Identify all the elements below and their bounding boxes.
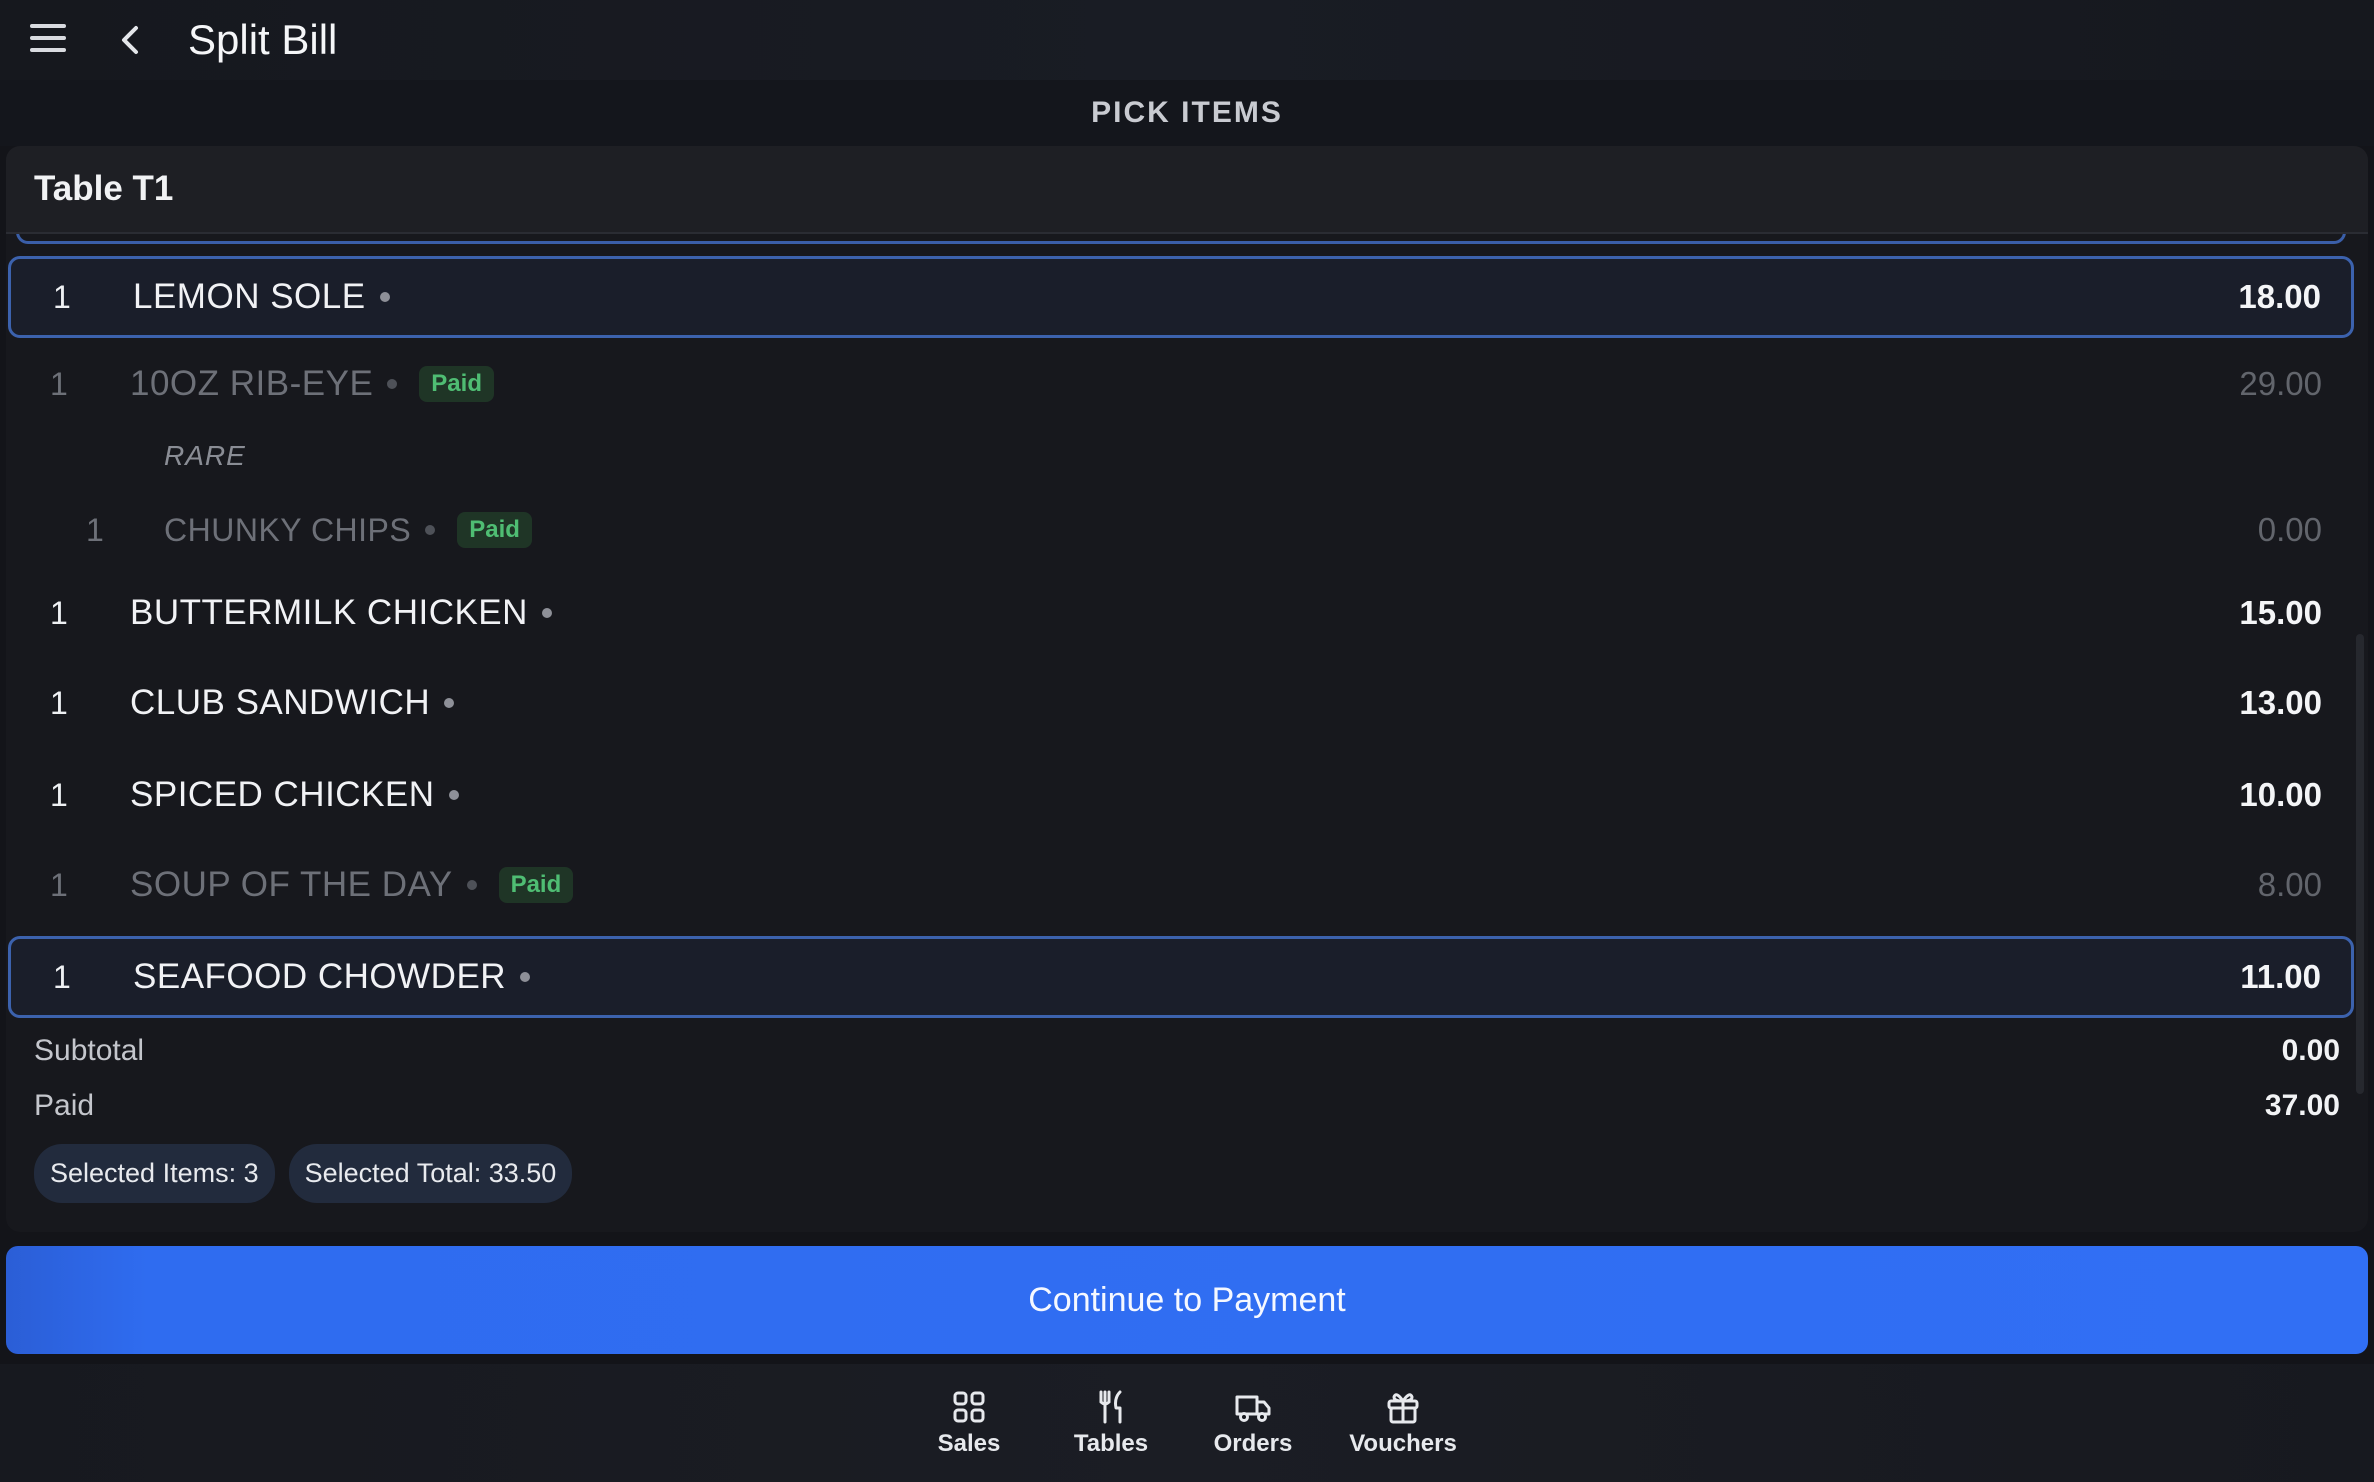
table-name: Table T1 (6, 146, 2368, 234)
subtotal-label: Subtotal (34, 1034, 145, 1067)
item-name: SEAFOOD CHOWDER (133, 957, 531, 997)
paid-total-value: 37.00 (2264, 1089, 2340, 1122)
nav-label: Vouchers (1349, 1430, 1457, 1457)
gift-icon (1387, 1393, 1419, 1424)
previous-row-edge (16, 234, 2346, 244)
list-item-lemon-sole[interactable]: 1 LEMON SOLE 18.00 (8, 256, 2354, 338)
scrollbar[interactable] (2356, 634, 2364, 1094)
item-qty: 1 (53, 278, 71, 315)
selected-total-chip: Selected Total: 33.50 (288, 1144, 573, 1203)
item-qty: 1 (50, 866, 68, 903)
item-name-text: CLUB SANDWICH (130, 683, 431, 722)
item-qty: 1 (50, 365, 68, 402)
dot-icon (387, 379, 398, 389)
list-item-spiced-chicken[interactable]: 1 SPICED CHICKEN 10.00 (6, 760, 2352, 830)
item-qty: 1 (50, 684, 68, 721)
subtotal-value: 0.00 (2281, 1034, 2340, 1067)
continue-to-payment-button[interactable]: Continue to Payment (6, 1246, 2368, 1354)
item-name: CLUB SANDWICH (130, 683, 455, 723)
item-name: LEMON SOLE (133, 277, 390, 317)
item-price: 29.00 (2239, 365, 2322, 402)
dot-icon (379, 292, 390, 302)
selected-items-chip: Selected Items: 3 (34, 1144, 275, 1203)
item-name-text: CHUNKY CHIPS (164, 511, 412, 548)
split-bill-screen: Split Bill PICK ITEMS Table T1 1 LEMON S… (0, 0, 2374, 1482)
selection-chips: Selected Items: 3 Selected Total: 33.50 (34, 1144, 573, 1203)
item-price: 8.00 (2257, 866, 2322, 903)
list-item-club-sandwich[interactable]: 1 CLUB SANDWICH 13.00 (6, 668, 2352, 738)
list-item-rib-eye: 1 10OZ RIB-EYE Paid 29.00 (6, 354, 2352, 414)
list-item-buttermilk-chicken[interactable]: 1 BUTTERMILK CHICKEN 15.00 (6, 578, 2352, 648)
list-item-soup-of-the-day: 1 SOUP OF THE DAY Paid 8.00 (6, 850, 2352, 920)
grid-icon (953, 1391, 985, 1423)
item-price: 10.00 (2239, 776, 2322, 813)
paid-total-label: Paid (34, 1089, 95, 1122)
item-qty: 1 (50, 776, 68, 813)
page-title: Split Bill (188, 16, 338, 63)
item-name-text: SEAFOOD CHOWDER (133, 957, 507, 996)
fork-knife-icon (1099, 1390, 1122, 1424)
paid-badge: Paid (419, 366, 494, 402)
dot-icon (425, 525, 436, 535)
item-price: 18.00 (2238, 278, 2321, 315)
dot-icon (520, 972, 531, 982)
item-price: 11.00 (2240, 958, 2321, 995)
paid-line: Paid 37.00 (34, 1089, 2340, 1123)
item-price: 13.00 (2239, 684, 2322, 721)
subtotal-line: Subtotal 0.00 (34, 1034, 2340, 1068)
dot-icon (466, 880, 477, 890)
item-name-text: SPICED CHICKEN (130, 775, 435, 814)
item-name: BUTTERMILK CHICKEN (130, 593, 552, 633)
bill-card: Table T1 1 LEMON SOLE 18.00 1 10OZ RIB-E… (6, 146, 2368, 1232)
item-name-text: LEMON SOLE (133, 277, 366, 316)
nav-orders[interactable]: Orders (1193, 1388, 1313, 1458)
chevron-left-icon[interactable] (116, 22, 146, 58)
item-name: SPICED CHICKEN (130, 775, 459, 815)
item-name-text: SOUP OF THE DAY (130, 865, 453, 904)
paid-badge: Paid (457, 512, 532, 548)
list-item-seafood-chowder[interactable]: 1 SEAFOOD CHOWDER 11.00 (8, 936, 2354, 1018)
top-bar: Split Bill (0, 0, 2374, 80)
list-item-chunky-chips: 1 CHUNKY CHIPS Paid 0.00 (6, 500, 2352, 560)
item-qty: 1 (86, 511, 104, 548)
dot-icon (448, 790, 459, 800)
item-price: 0.00 (2257, 511, 2322, 548)
nav-tables[interactable]: Tables (1051, 1388, 1171, 1458)
nav-vouchers[interactable]: Vouchers (1343, 1388, 1463, 1458)
item-name-text: BUTTERMILK CHICKEN (130, 593, 528, 632)
paid-badge: Paid (498, 867, 574, 903)
nav-label: Tables (1073, 1430, 1149, 1457)
item-name: SOUP OF THE DAY Paid (130, 865, 574, 905)
nav-label: Orders (1213, 1430, 1293, 1457)
bottom-nav: Sales Tables Orders Vouchers (0, 1364, 2374, 1482)
item-list[interactable]: 1 LEMON SOLE 18.00 1 10OZ RIB-EYE Paid 29… (6, 234, 2368, 1162)
item-price: 15.00 (2239, 594, 2322, 631)
item-name: 10OZ RIB-EYE Paid (130, 364, 494, 404)
item-qty: 1 (50, 594, 68, 631)
section-title: PICK ITEMS (0, 80, 2374, 146)
hamburger-menu-icon[interactable] (30, 24, 66, 54)
dot-icon (444, 698, 455, 708)
dot-icon (541, 608, 552, 618)
item-name-text: 10OZ RIB-EYE (130, 364, 374, 403)
item-name: CHUNKY CHIPS Paid (164, 512, 532, 549)
nav-sales[interactable]: Sales (909, 1388, 1029, 1458)
item-modifier: RARE (164, 440, 246, 471)
nav-label: Sales (937, 1430, 1001, 1457)
item-qty: 1 (53, 958, 71, 995)
delivery-truck-icon (1235, 1395, 1271, 1422)
